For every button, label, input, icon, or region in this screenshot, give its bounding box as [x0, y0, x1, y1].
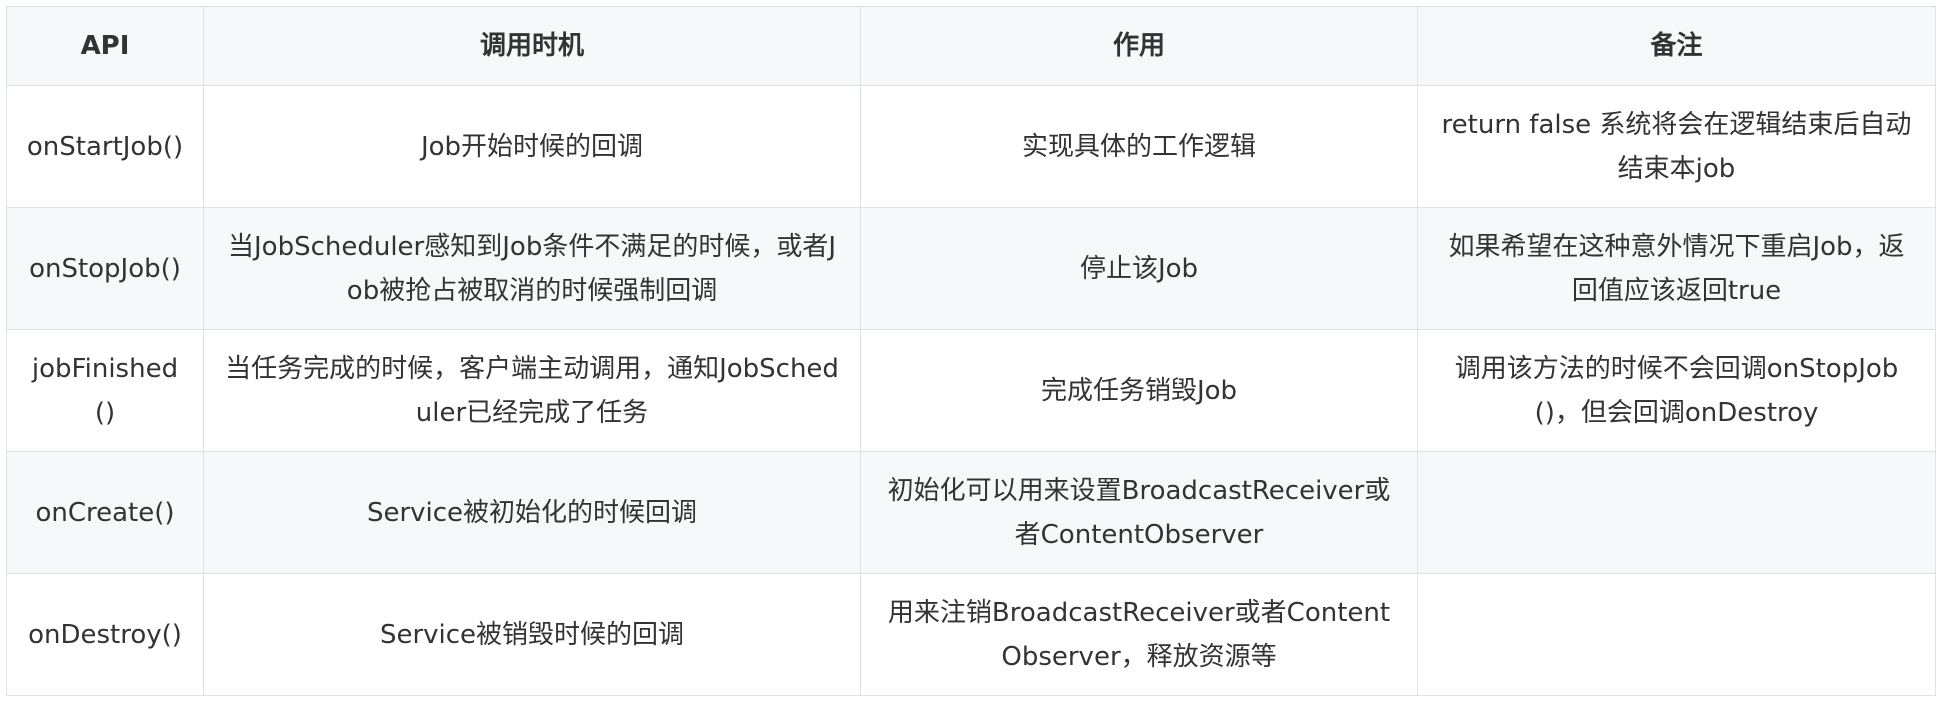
cell-notes: return false 系统将会在逻辑结束后自动结束本job: [1417, 85, 1936, 208]
table-row: onDestroy() Service被销毁时候的回调 用来注销Broadcas…: [6, 573, 1936, 696]
cell-notes: [1417, 451, 1936, 574]
table-row: jobFinished() 当任务完成的时候，客户端主动调用，通知JobSche…: [6, 329, 1936, 452]
header-row: API 调用时机 作用 备注: [6, 6, 1936, 86]
api-table: API 调用时机 作用 备注 onStartJob() Job开始时候的回调 实…: [6, 6, 1936, 696]
cell-api: onCreate(): [6, 451, 204, 574]
header-call-timing: 调用时机: [203, 6, 861, 86]
cell-notes: 如果希望在这种意外情况下重启Job，返回值应该返回true: [1417, 207, 1936, 330]
cell-call-timing: 当JobScheduler感知到Job条件不满足的时候，或者Job被抢占被取消的…: [203, 207, 861, 330]
cell-api: jobFinished(): [6, 329, 204, 452]
cell-notes: 调用该方法的时候不会回调onStopJob()，但会回调onDestroy: [1417, 329, 1936, 452]
cell-purpose: 初始化可以用来设置BroadcastReceiver或者ContentObser…: [860, 451, 1418, 574]
cell-notes: [1417, 573, 1936, 696]
cell-call-timing: 当任务完成的时候，客户端主动调用，通知JobScheduler已经完成了任务: [203, 329, 861, 452]
cell-purpose: 实现具体的工作逻辑: [860, 85, 1418, 208]
cell-purpose: 完成任务销毁Job: [860, 329, 1418, 452]
table-header: API 调用时机 作用 备注: [6, 6, 1936, 86]
table-row: onCreate() Service被初始化的时候回调 初始化可以用来设置Bro…: [6, 451, 1936, 574]
table-row: onStopJob() 当JobScheduler感知到Job条件不满足的时候，…: [6, 207, 1936, 330]
api-table-container: API 调用时机 作用 备注 onStartJob() Job开始时候的回调 实…: [6, 6, 1936, 696]
cell-api: onDestroy(): [6, 573, 204, 696]
cell-purpose: 用来注销BroadcastReceiver或者ContentObserver，释…: [860, 573, 1418, 696]
header-notes: 备注: [1417, 6, 1936, 86]
header-purpose: 作用: [860, 6, 1418, 86]
header-api: API: [6, 6, 204, 86]
cell-call-timing: Job开始时候的回调: [203, 85, 861, 208]
cell-api: onStopJob(): [6, 207, 204, 330]
cell-call-timing: Service被销毁时候的回调: [203, 573, 861, 696]
table-body: onStartJob() Job开始时候的回调 实现具体的工作逻辑 return…: [6, 85, 1936, 696]
table-row: onStartJob() Job开始时候的回调 实现具体的工作逻辑 return…: [6, 85, 1936, 208]
cell-call-timing: Service被初始化的时候回调: [203, 451, 861, 574]
cell-purpose: 停止该Job: [860, 207, 1418, 330]
cell-api: onStartJob(): [6, 85, 204, 208]
